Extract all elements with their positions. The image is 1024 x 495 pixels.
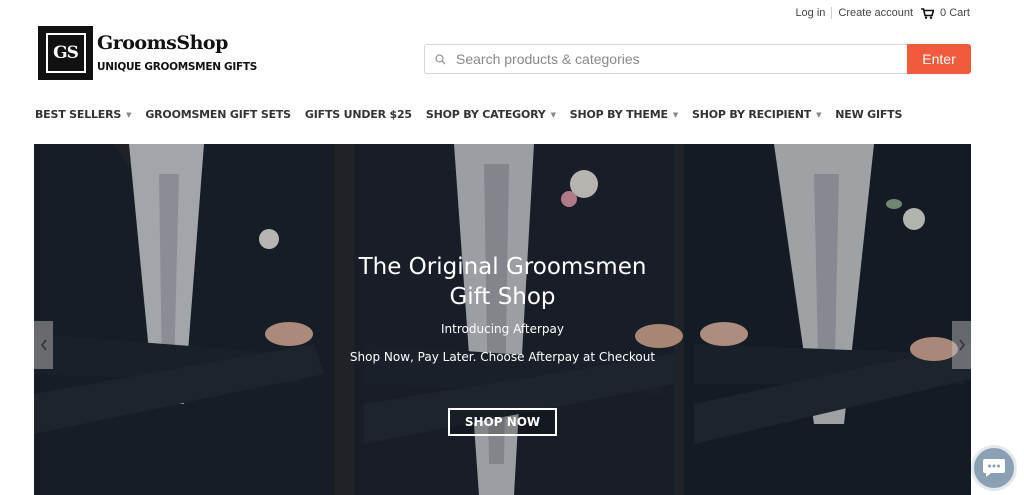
hero-subtitle: Introducing Afterpay [441, 322, 564, 336]
chevron-right-icon [958, 339, 965, 351]
nav-item-gifts-under-25[interactable]: GIFTS UNDER $25 [305, 108, 412, 121]
nav-item-label: GIFTS UNDER $25 [304, 108, 412, 121]
nav-item-label: SHOP BY RECIPIENT [692, 108, 812, 121]
nav-item-label: GROOMSMEN GIFT SETS [145, 108, 291, 121]
caret-down-icon: ▼ [672, 110, 678, 119]
utility-bar: Log in Create account 0 Cart [795, 7, 970, 19]
search-input[interactable] [456, 51, 876, 67]
nav-item-shop-by-theme[interactable]: SHOP BY THEME ▼ [570, 108, 678, 121]
chat-widget-button[interactable] [971, 445, 1017, 491]
carousel-prev-button[interactable] [34, 321, 53, 369]
create-account-link[interactable]: Create account [838, 7, 913, 19]
logo-mark: GS [38, 26, 93, 80]
chat-bubble-icon [983, 459, 1005, 477]
caret-down-icon: ▼ [126, 110, 132, 119]
main-nav: BEST SELLERS ▼ GROOMSMEN GIFT SETS GIFTS… [35, 108, 916, 121]
nav-item-shop-by-category[interactable]: SHOP BY CATEGORY ▼ [426, 108, 556, 121]
search-submit-button[interactable]: Enter [907, 44, 971, 74]
nav-item-label: NEW GIFTS [835, 108, 903, 121]
search-bar: Enter [424, 44, 971, 74]
hero-background-image [34, 144, 971, 495]
logo-tagline: UNIQUE GROOMSMEN GIFTS [97, 61, 257, 73]
nav-item-label: SHOP BY CATEGORY [425, 108, 546, 121]
cart-icon [921, 7, 935, 19]
hero-title-line: Gift Shop [449, 284, 556, 310]
hero-title: The Original Groomsmen Gift Shop [34, 252, 971, 312]
nav-item-new-gifts[interactable]: NEW GIFTS [835, 108, 902, 121]
nav-item-groomsmen-gift-sets[interactable]: GROOMSMEN GIFT SETS [145, 108, 291, 121]
chevron-left-icon [40, 339, 47, 351]
nav-item-label: SHOP BY THEME [569, 108, 668, 121]
caret-down-icon: ▼ [550, 110, 556, 119]
shop-now-button[interactable]: SHOP NOW [448, 408, 557, 436]
nav-item-shop-by-recipient[interactable]: SHOP BY RECIPIENT ▼ [692, 108, 821, 121]
hero-text: Shop Now, Pay Later. Choose Afterpay at … [349, 350, 656, 364]
cart-link[interactable]: 0 Cart [921, 7, 970, 19]
carousel-next-button[interactable] [952, 321, 971, 369]
divider [831, 7, 833, 19]
cart-label: 0 Cart [940, 7, 970, 19]
login-link[interactable]: Log in [795, 7, 825, 19]
logo-monogram: GS [45, 33, 86, 73]
hero-banner: The Original Groomsmen Gift Shop Introdu… [34, 144, 971, 495]
caret-down-icon: ▼ [816, 110, 822, 119]
logo-name: GroomsShop [97, 32, 228, 54]
search-icon [435, 53, 446, 64]
search-field [424, 44, 907, 74]
hero-title-line: The Original Groomsmen [358, 254, 647, 280]
nav-item-best-sellers[interactable]: BEST SELLERS ▼ [35, 108, 132, 121]
site-logo[interactable]: GS GroomsShop UNIQUE GROOMSMEN GIFTS [38, 26, 257, 80]
nav-item-label: BEST SELLERS [35, 108, 122, 121]
